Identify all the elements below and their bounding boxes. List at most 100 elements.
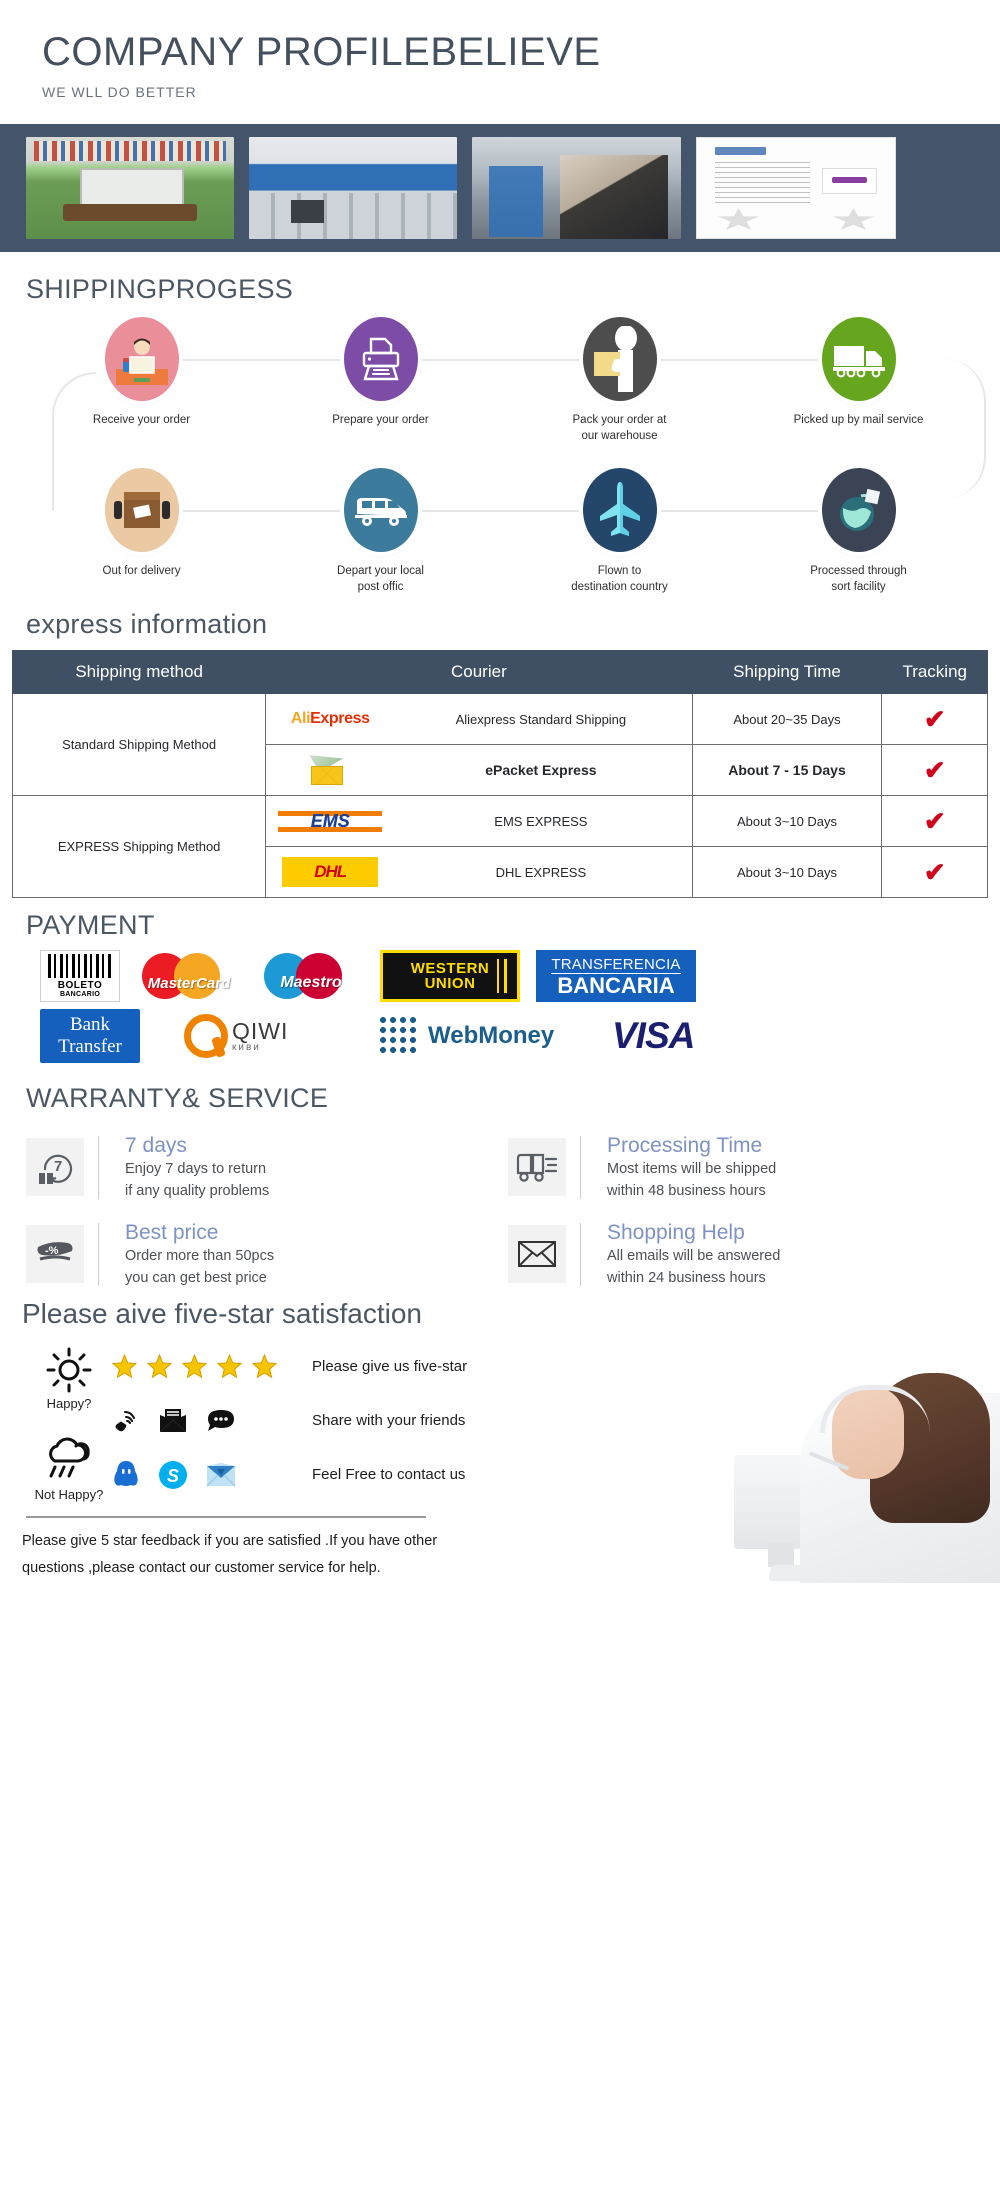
warranty-item-7-days: 7 7 days Enjoy 7 days to return if any q… bbox=[26, 1132, 498, 1203]
warranty-body: Order more than 50pcs you can get best p… bbox=[125, 1248, 275, 1286]
courier-name: DHL EXPRESS bbox=[495, 864, 587, 880]
five-star-row-text: Feel Free to contact us bbox=[312, 1466, 466, 1484]
transferencia-bancaria-logo: TRANSFERENCIA BANCARIA bbox=[536, 950, 696, 1003]
showroom-photo bbox=[26, 137, 234, 239]
svg-text:7: 7 bbox=[54, 1158, 62, 1175]
payment-title: PAYMENT bbox=[26, 910, 155, 941]
divider bbox=[98, 1222, 99, 1286]
dhl-logo-text: DHL bbox=[314, 862, 347, 882]
page-subtitle: WE WLL DO BETTER bbox=[42, 84, 197, 100]
cell-tracking: ✔ bbox=[881, 795, 988, 848]
express-information-section: express information Shipping method Cour… bbox=[0, 609, 1000, 899]
aliexpress-logo: AliExpress bbox=[278, 704, 382, 734]
svg-text:S: S bbox=[167, 1466, 179, 1486]
check-icon: ✔ bbox=[923, 704, 946, 735]
shipping-step-label: Depart your local post offic bbox=[337, 565, 424, 593]
cell-shipping-method: EXPRESS Shipping Method bbox=[11, 795, 267, 899]
check-icon: ✔ bbox=[923, 755, 946, 786]
payment-logos-row-2: Bank Transfer QIWI киви WebMoney VISA bbox=[0, 1009, 1000, 1064]
cell-tracking: ✔ bbox=[881, 693, 988, 746]
page-title: COMPANY PROFILEBELIEVE bbox=[42, 30, 601, 74]
webmoney-text: WebMoney bbox=[428, 1022, 555, 1050]
five-star-row-contact: S Feel Free to contact us bbox=[112, 1456, 467, 1494]
phone-ring-icon bbox=[115, 1410, 135, 1431]
check-icon: ✔ bbox=[923, 806, 946, 837]
warranty-heading: Best price bbox=[125, 1220, 219, 1244]
five-star-row-rating: Please give us five-star bbox=[112, 1348, 467, 1386]
mastercard-text: MasterCard bbox=[147, 975, 231, 993]
star-icon bbox=[147, 1354, 172, 1379]
warranty-heading: Shopping Help bbox=[607, 1220, 745, 1244]
divider bbox=[580, 1136, 581, 1199]
packing-worker-icon bbox=[582, 317, 657, 401]
qiwi-text: QIWI bbox=[232, 1017, 289, 1044]
shipping-step-label: Prepare your order bbox=[332, 414, 429, 426]
shipping-step-label: Receive your order bbox=[92, 414, 191, 426]
shipping-step-depart-post-office: Depart your local post offic bbox=[261, 468, 500, 595]
transferencia-line1: TRANSFERENCIA bbox=[551, 955, 681, 974]
chat-bubble-icon bbox=[208, 1409, 234, 1431]
bank-transfer-line1: Bank bbox=[69, 1014, 111, 1036]
warranty-item-shopping-help: Shopping Help All emails will be answere… bbox=[508, 1219, 980, 1290]
cell-shipping-time: About 3~10 Days bbox=[691, 795, 883, 848]
ems-logo-text: EMS bbox=[278, 810, 383, 832]
five-star-row-share: Share with your friends bbox=[112, 1402, 467, 1440]
epacket-logo bbox=[278, 755, 382, 786]
table-row: Standard Shipping Method AliExpress Alie… bbox=[11, 693, 988, 797]
check-icon: ✔ bbox=[923, 857, 946, 888]
cell-tracking: ✔ bbox=[881, 846, 988, 899]
western-union-line2: UNION bbox=[424, 975, 476, 993]
qiwi-sub: киви bbox=[232, 1041, 261, 1053]
western-union-logo: WESTERN UNION bbox=[380, 950, 520, 1003]
sun-icon bbox=[46, 1347, 92, 1393]
cell-courier: AliExpress Aliexpress Standard Shipping bbox=[265, 693, 693, 746]
express-information-title: express information bbox=[26, 609, 268, 640]
warranty-item-processing-time: Processing Time Most items will be shipp… bbox=[508, 1132, 980, 1203]
transferencia-line2: BANCARIA bbox=[557, 972, 675, 998]
mail-envelope-icon bbox=[160, 1408, 186, 1432]
shipping-step-prepare-order: Prepare your order bbox=[261, 317, 500, 444]
office-photo bbox=[249, 137, 457, 239]
email-blue-icon bbox=[206, 1462, 236, 1487]
star-icon bbox=[217, 1354, 242, 1379]
discount-percent-icon: -% bbox=[26, 1225, 84, 1284]
mood-not-happy: Not Happy? bbox=[26, 1435, 112, 1502]
courier-name: Aliexpress Standard Shipping bbox=[455, 711, 627, 727]
maestro-text: Maestro bbox=[280, 974, 342, 992]
mood-happy: Happy? bbox=[26, 1346, 112, 1411]
column-header-shipping-method: Shipping method bbox=[11, 650, 267, 695]
boleto-line2: BANCARIO bbox=[59, 991, 101, 999]
visa-text: VISA bbox=[612, 1015, 695, 1057]
shipping-progress-title: SHIPPINGPROGESS bbox=[26, 274, 294, 304]
cell-courier: DHL DHL EXPRESS bbox=[265, 846, 693, 899]
svg-text:-%: -% bbox=[45, 1245, 59, 1257]
warranty-heading: 7 days bbox=[125, 1134, 187, 1158]
cell-courier: EMS EMS EXPRESS bbox=[265, 795, 693, 848]
warranty-item-best-price: -% Best price Order more than 50pcs you … bbox=[26, 1219, 498, 1290]
cell-shipping-method: Standard Shipping Method bbox=[11, 693, 267, 797]
rain-cloud-icon bbox=[49, 1437, 90, 1478]
shipping-truck-icon bbox=[508, 1138, 566, 1197]
warranty-body: All emails will be answered within 24 bu… bbox=[607, 1248, 781, 1286]
warranty-title: WARRANTY& SERVICE bbox=[26, 1083, 329, 1114]
column-header-courier: Courier bbox=[265, 650, 693, 695]
cell-shipping-time: About 3~10 Days bbox=[691, 846, 883, 899]
shipping-step-flown: Flown to destination country bbox=[500, 468, 739, 595]
barcode-icon bbox=[48, 954, 112, 979]
aliexpress-logo-a: Ali bbox=[290, 710, 311, 728]
mood-label: Happy? bbox=[46, 1395, 92, 1411]
shipping-step-sort-facility: Processed through sort facility bbox=[739, 468, 978, 595]
dhl-logo: DHL bbox=[278, 857, 382, 888]
truck-icon bbox=[821, 317, 896, 401]
customer-service-icon bbox=[104, 317, 179, 401]
cell-shipping-time: About 20~35 Days bbox=[691, 693, 883, 746]
shipping-step-receive-order: Receive your order bbox=[22, 317, 261, 444]
shipping-step-label: Out for delivery bbox=[102, 565, 181, 578]
production-line-photo bbox=[472, 137, 681, 239]
shipping-progress-section: SHIPPINGPROGESS Receive your order Prepa… bbox=[0, 252, 1000, 595]
star-icon bbox=[252, 1354, 277, 1379]
parcel-box-icon bbox=[104, 468, 179, 553]
table-header-row: Shipping method Courier Shipping Time Tr… bbox=[11, 650, 988, 695]
divider bbox=[98, 1136, 99, 1199]
payment-logos-row-1: BOLETO BANCARIO MasterCard Maestro WESTE… bbox=[0, 950, 1000, 1003]
